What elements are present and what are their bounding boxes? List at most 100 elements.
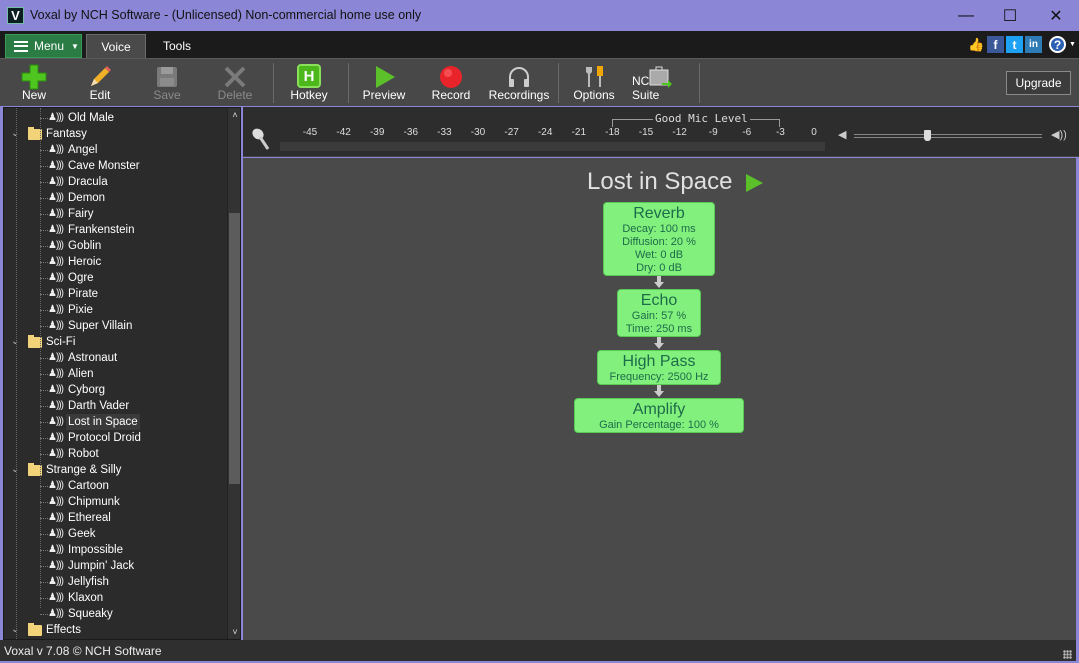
- tree-voice-item[interactable]: ♟))) Impossible: [4, 542, 226, 558]
- effect-block[interactable]: Echo Gain: 57 % Time: 250 ms: [617, 289, 701, 337]
- preview-button[interactable]: Preview: [360, 59, 408, 106]
- floppy-disk-icon: [157, 67, 177, 87]
- scroll-down-icon[interactable]: ˅: [228, 625, 240, 639]
- help-caret-icon[interactable]: ▼: [1068, 36, 1077, 53]
- like-icon[interactable]: 👍: [968, 36, 985, 53]
- tree-voice-item[interactable]: ♟))) Ethereal: [4, 510, 226, 526]
- meter-tick-label: -6: [742, 127, 752, 138]
- tree-voice-label: Heroic: [68, 256, 102, 268]
- tree-voice-item[interactable]: ♟))) Geek: [4, 526, 226, 542]
- effect-parameter: Frequency: 2500 Hz: [609, 371, 709, 383]
- tree-voice-item[interactable]: ♟))) Cartoon: [4, 478, 226, 494]
- edit-button[interactable]: Edit: [76, 59, 124, 106]
- save-label: Save: [153, 88, 181, 102]
- tree-voice-item[interactable]: ♟))) Chipmunk: [4, 494, 226, 510]
- play-icon: [376, 66, 395, 88]
- tree-voice-item[interactable]: ♟))) Darth Vader: [4, 398, 226, 414]
- record-button[interactable]: Record: [427, 59, 475, 106]
- meter-tick-label: -9: [708, 127, 718, 138]
- upgrade-button[interactable]: Upgrade: [1006, 71, 1071, 95]
- tree-voice-label: Darth Vader: [68, 400, 130, 412]
- minimize-button[interactable]: —: [943, 0, 989, 31]
- tree-voice-label: Protocol Droid: [68, 432, 141, 444]
- meter-tick-label: -12: [672, 127, 687, 138]
- resize-grip[interactable]: [1063, 650, 1072, 659]
- tree-voice-label: Geek: [68, 528, 96, 540]
- tree-voice-item[interactable]: ♟))) Cyborg: [4, 382, 226, 398]
- menu-button[interactable]: Menu ▼: [5, 34, 82, 58]
- voice-tree-panel: ♟))) Old Male ⌄ Fantasy ♟))) Angel ♟))) Cave Mo…: [3, 107, 241, 640]
- tree-voice-item[interactable]: ♟))) Alien: [4, 366, 226, 382]
- tree-category[interactable]: ⌄ Effects: [4, 622, 226, 638]
- nch-suite-button[interactable]: NCH Suite: [632, 59, 688, 106]
- tree-category-label: Effects: [46, 624, 81, 636]
- tree-voice-item[interactable]: ♟))) Protocol Droid: [4, 430, 226, 446]
- close-button[interactable]: ✕: [1033, 0, 1079, 31]
- tree-voice-item[interactable]: ♟))) Fairy: [4, 206, 226, 222]
- save-button[interactable]: Save: [143, 59, 191, 106]
- hotkey-button[interactable]: H Hotkey: [285, 59, 333, 106]
- tree-voice-item[interactable]: ♟))) Goblin: [4, 238, 226, 254]
- tree-voice-label: Astronaut: [68, 352, 118, 364]
- voice-speaker-icon: ♟))): [48, 176, 64, 187]
- effect-block[interactable]: Amplify Gain Percentage: 100 %: [574, 398, 744, 433]
- new-button[interactable]: New: [10, 59, 58, 106]
- preset-title: Lost in Space: [587, 168, 733, 195]
- tree-voice-item[interactable]: ♟))) Pirate: [4, 286, 226, 302]
- linkedin-icon[interactable]: in: [1025, 36, 1042, 53]
- tree-voice-item[interactable]: ♟))) Demon: [4, 190, 226, 206]
- tree-connector: [40, 406, 48, 407]
- tree-voice-label: Jumpin' Jack: [68, 560, 135, 572]
- tree-voice-item[interactable]: ♟))) Angel: [4, 142, 226, 158]
- scroll-up-icon[interactable]: ˄: [228, 108, 240, 122]
- tree-voice-item[interactable]: ♟))) Old Male: [4, 110, 226, 126]
- preview-play-icon[interactable]: [746, 174, 763, 192]
- tree-category[interactable]: ⌄ Strange & Silly: [4, 462, 226, 478]
- tree-voice-label: Robot: [68, 448, 99, 460]
- tree-voice-item[interactable]: ♟))) Heroic: [4, 254, 226, 270]
- tree-voice-item[interactable]: ♟))) Cave Monster: [4, 158, 226, 174]
- tree-guide-line: [16, 108, 17, 639]
- voice-speaker-icon: ♟))): [48, 384, 64, 395]
- tree-voice-item[interactable]: ♟))) Ogre: [4, 270, 226, 286]
- tree-connector: [40, 486, 48, 487]
- tab-tools[interactable]: Tools: [150, 34, 204, 58]
- options-button[interactable]: Options: [570, 59, 618, 106]
- tab-voice[interactable]: Voice: [86, 34, 146, 58]
- volume-slider[interactable]: [854, 130, 1042, 141]
- voice-speaker-icon: ♟))): [48, 496, 64, 507]
- voice-speaker-icon: ♟))): [48, 160, 64, 171]
- tree-voice-item[interactable]: ♟))) Frankenstein: [4, 222, 226, 238]
- maximize-button[interactable]: ☐: [987, 0, 1033, 31]
- effect-block[interactable]: Reverb Decay: 100 ms Diffusion: 20 % Wet: 0…: [603, 202, 715, 276]
- effect-parameter: Diffusion: 20 %: [622, 236, 696, 248]
- tree-voice-label: Goblin: [68, 240, 102, 252]
- facebook-icon[interactable]: f: [987, 36, 1004, 53]
- tree-voice-item[interactable]: ♟))) Super Villain: [4, 318, 226, 334]
- delete-button[interactable]: Delete: [211, 59, 259, 106]
- effect-block[interactable]: High Pass Frequency: 2500 Hz: [597, 350, 721, 385]
- help-icon[interactable]: ?: [1049, 36, 1066, 53]
- tree-voice-item[interactable]: ♟))) Astronaut: [4, 350, 226, 366]
- tree-voice-item[interactable]: ♟))) Jellyfish: [4, 574, 226, 590]
- tree-voice-item[interactable]: ♟))) Robot: [4, 446, 226, 462]
- tree-voice-label: Fairy: [68, 208, 94, 220]
- scroll-thumb[interactable]: [229, 212, 240, 485]
- volume-slider-thumb[interactable]: [924, 130, 932, 141]
- tree-voice-item[interactable]: ♟))) Lost in Space: [4, 414, 226, 430]
- tree-voice-item[interactable]: ♟))) Dracula: [4, 174, 226, 190]
- tree-connector: [40, 182, 48, 183]
- tools-icon: [586, 66, 603, 87]
- tree-voice-item[interactable]: ♟))) Jumpin' Jack: [4, 558, 226, 574]
- tree-voice-item[interactable]: ♟))) Pixie: [4, 302, 226, 318]
- tree-voice-item[interactable]: ♟))) Klaxon: [4, 590, 226, 606]
- tree-voice-label: Klaxon: [68, 592, 104, 604]
- tree-guide-line: [40, 108, 41, 608]
- tree-scrollbar[interactable]: ˄ ˅: [227, 108, 240, 639]
- tree-connector: [40, 582, 48, 583]
- twitter-icon[interactable]: t: [1006, 36, 1023, 53]
- tree-category[interactable]: ⌄ Sci-Fi: [4, 334, 226, 350]
- recordings-button[interactable]: Recordings: [489, 59, 549, 106]
- tree-voice-item[interactable]: ♟))) Squeaky: [4, 606, 226, 622]
- tree-category[interactable]: ⌄ Fantasy: [4, 126, 226, 142]
